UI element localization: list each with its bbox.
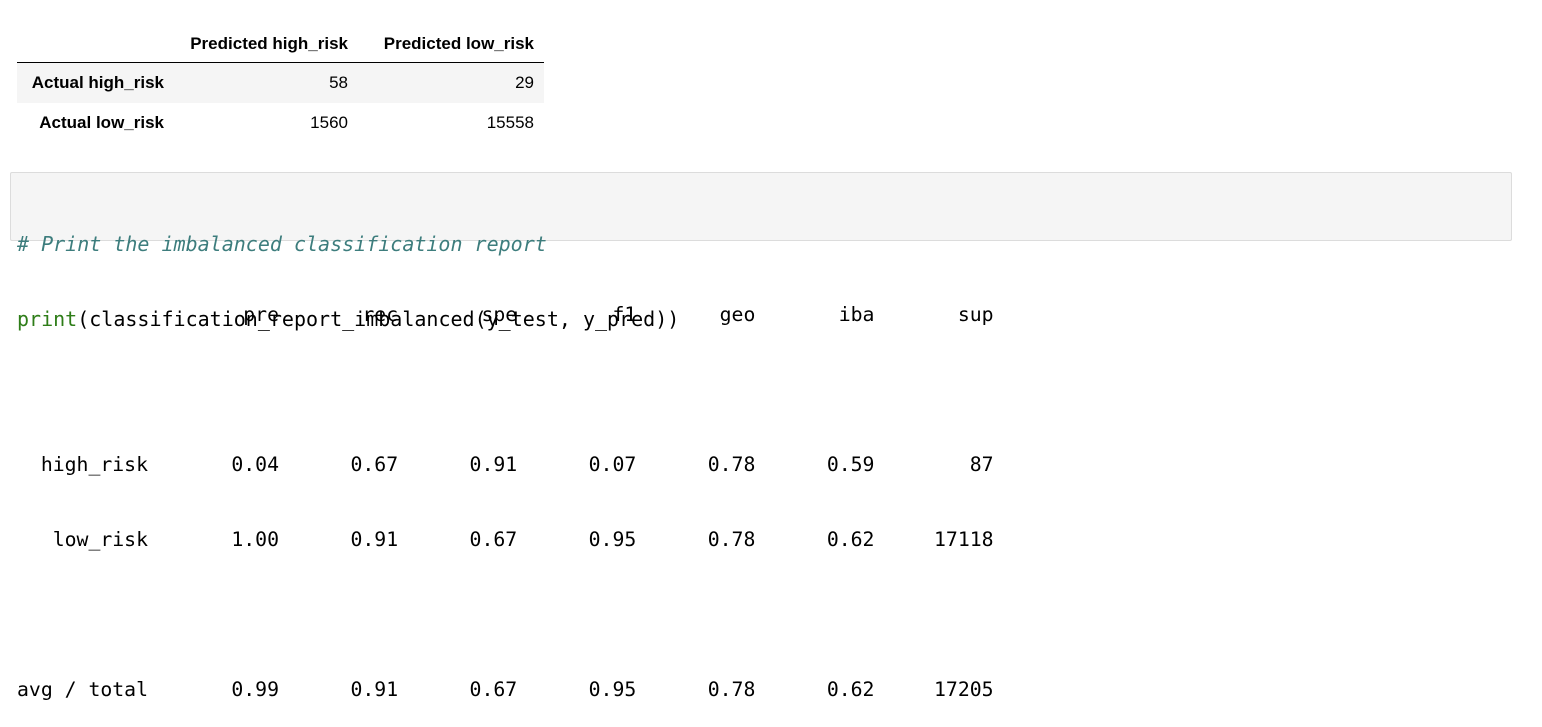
table-corner-cell <box>17 26 173 63</box>
table-row: Actual high_risk 58 29 <box>17 62 544 103</box>
code-cell-input[interactable]: # Print the imbalanced classification re… <box>10 172 1512 331</box>
report-blank-line <box>17 602 994 627</box>
column-header-predicted-low-risk: Predicted low_risk <box>348 26 544 63</box>
table-cell: 1560 <box>310 113 348 132</box>
table-row: Actual low_risk 1560 15558 <box>17 103 544 143</box>
table-cell: 15558 <box>486 113 534 132</box>
column-header-predicted-high-risk: Predicted high_risk <box>173 26 348 63</box>
confusion-matrix-table: Predicted high_risk Predicted low_risk A… <box>17 26 544 143</box>
report-row-low-risk: low_risk 1.00 0.91 0.67 0.95 0.78 0.62 1… <box>17 528 994 551</box>
table-header-row: Predicted high_risk Predicted low_risk <box>17 26 544 63</box>
row-header-actual-high-risk: Actual high_risk <box>31 73 164 92</box>
table-cell: 58 <box>329 73 348 92</box>
classification-report-output: pre rec spe f1 geo iba sup high_risk 0.0… <box>17 252 994 727</box>
table-cell: 29 <box>515 73 534 92</box>
report-row-avg-total: avg / total 0.99 0.91 0.67 0.95 0.78 0.6… <box>17 678 994 701</box>
report-row-high-risk: high_risk 0.04 0.67 0.91 0.07 0.78 0.59 … <box>17 453 994 476</box>
row-header-actual-low-risk: Actual low_risk <box>39 113 164 132</box>
report-blank-line <box>17 377 994 402</box>
report-header-line: pre rec spe f1 geo iba sup <box>17 303 994 326</box>
